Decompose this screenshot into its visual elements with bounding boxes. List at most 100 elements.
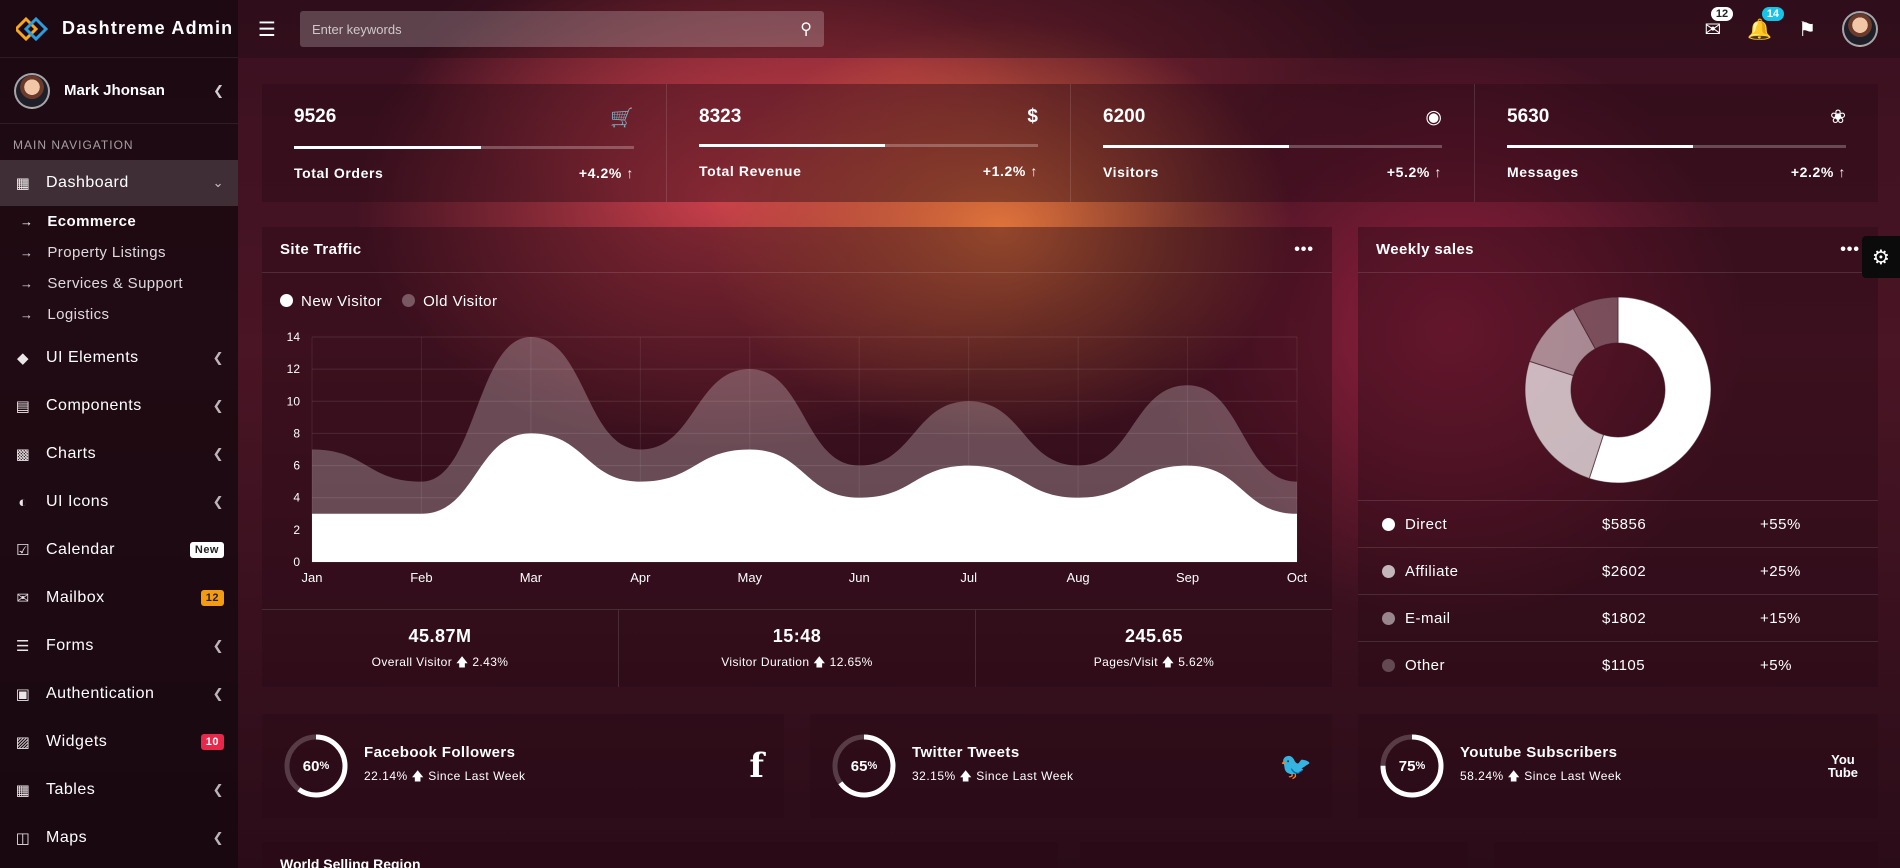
envelope-icon: ✉	[16, 590, 30, 607]
topbar: ☰ ⚲ ✉ 12 🔔 14 ⚑	[238, 0, 1900, 58]
progress-fill	[699, 144, 886, 147]
social-sub: 58.24% 🡅 Since Last Week	[1460, 767, 1622, 788]
sidebar-item-tables[interactable]: ▦ Tables ❮	[0, 766, 238, 814]
sidebar-subitem-property-listings[interactable]: → Property Listings	[0, 237, 238, 268]
social-sub-value: 22.14%	[364, 769, 408, 783]
sidebar-item-widgets[interactable]: ▨ Widgets 10	[0, 718, 238, 766]
sidebar-item-ui-icons[interactable]: ◐ UI Icons ❮	[0, 478, 238, 526]
sidebar-item-mailbox[interactable]: ✉ Mailbox 12	[0, 574, 238, 622]
user-panel[interactable]: Mark Jhonsan ❮	[0, 58, 238, 124]
sidebar-item-forms[interactable]: ☰ Forms ❮	[0, 622, 238, 670]
metric-value: 15:48	[772, 626, 822, 646]
more-options-icon[interactable]: •••	[1840, 241, 1860, 259]
y-tick-label: 12	[287, 362, 301, 376]
user-name: Mark Jhonsan	[64, 82, 165, 99]
widgets-icon: ▨	[15, 734, 31, 751]
sales-change: +15%	[1760, 609, 1801, 627]
mail-count-badge: 12	[1710, 6, 1734, 21]
progress-bar	[1507, 145, 1846, 148]
stat-change: +2.2% ↑	[1790, 164, 1846, 180]
mail-icon[interactable]: ✉ 12	[1704, 6, 1734, 42]
sidebar-item-components[interactable]: ▤ Components ❮	[0, 382, 238, 430]
flag-icon[interactable]: ⚑	[1798, 17, 1816, 42]
percent-sign: %	[319, 760, 330, 772]
site-traffic-chart: 0 2 4 6 8 10 12 14 Jan Feb Mar Apr May Jun Jul Aug Sep Oc…	[287, 330, 1308, 585]
bell-icon[interactable]: 🔔 14	[1747, 6, 1785, 42]
progress-fill	[1103, 145, 1290, 148]
contrast-icon: ◐	[18, 493, 28, 511]
metric-label: Overall Visitor	[371, 655, 453, 669]
sidebar-subitem-logistics[interactable]: → Logistics	[0, 299, 238, 330]
x-tick-label: Apr	[630, 570, 651, 585]
chart-legend: New Visitor Old Visitor	[262, 273, 1332, 310]
sidebar-item-dashboard[interactable]: ▦ Dashboard ⌄	[0, 160, 238, 206]
search-icon[interactable]: ⚲	[800, 19, 812, 39]
brand[interactable]: Dashtreme Admin	[0, 0, 238, 58]
social-text: Youtube Subscribers 58.24% 🡅 Since Last …	[1460, 744, 1622, 788]
sidebar-subitem-services-support[interactable]: → Services & Support	[0, 268, 238, 299]
bottom-card-2	[1080, 842, 1468, 868]
sales-change: +5%	[1760, 656, 1792, 674]
chevron-left-icon: ❮	[212, 350, 224, 365]
ring-percent: 60%	[282, 732, 350, 800]
arrow-up-icon: 🡅	[1161, 655, 1175, 669]
hamburger-menu-icon[interactable]: ☰	[258, 17, 280, 42]
search-input[interactable]	[312, 21, 801, 37]
social-title: Youtube Subscribers	[1460, 744, 1618, 761]
sidebar-item-maps[interactable]: ◫ Maps ❮	[0, 814, 238, 862]
social-sub-since: Since Last Week	[976, 769, 1074, 783]
x-tick-label: Jul	[960, 570, 977, 585]
sidebar-item-authentication[interactable]: ▣ Authentication ❮	[0, 670, 238, 718]
y-tick-label: 4	[293, 491, 300, 505]
metric-change: 2.43%	[472, 655, 509, 669]
social-sub: 22.14% 🡅 Since Last Week	[364, 767, 526, 788]
stat-messages: 5630 ❀ Messages +2.2% ↑	[1474, 84, 1878, 202]
briefcase-icon: ▤	[15, 398, 31, 415]
facebook-icon: f	[749, 746, 764, 786]
sidebar-item-label: Widgets	[46, 733, 108, 750]
sidebar-item-calendar[interactable]: ☑ Calendar New	[0, 526, 238, 574]
y-tick-label: 14	[287, 330, 301, 344]
sidebar-item-charts[interactable]: ▩ Charts ❮	[0, 430, 238, 478]
stat-value: 5630	[1507, 106, 1550, 127]
metric-overall-visitor: 45.87M Overall Visitor 🡅 2.43%	[262, 610, 618, 687]
x-tick-label: Jun	[849, 570, 870, 585]
facebook-followers-card: 60% Facebook Followers 22.14% 🡅 Since La…	[262, 714, 784, 818]
chevron-left-icon: ❮	[212, 494, 224, 509]
chevron-left-icon: ❮	[212, 638, 224, 653]
stat-total-revenue: 8323 $ Total Revenue +1.2% ↑	[666, 84, 1070, 202]
ring-percent: 65%	[830, 732, 898, 800]
nav-header: MAIN NAVIGATION	[13, 138, 134, 152]
chevron-left-icon: ❮	[212, 782, 224, 797]
progress-ring: 65%	[830, 732, 898, 800]
ring-percent: 75%	[1378, 732, 1446, 800]
sidebar-subitem-ecommerce[interactable]: → Ecommerce	[0, 206, 238, 237]
arrow-right-icon: →	[20, 276, 34, 291]
sidebar-item-label: Calendar	[46, 541, 115, 558]
traffic-footer: 45.87M Overall Visitor 🡅 2.43% 15:48 Vis…	[262, 609, 1332, 687]
settings-gear-icon[interactable]: ⚙	[1862, 236, 1900, 278]
site-traffic-card: Site Traffic ••• New Visitor Old Visitor…	[262, 227, 1332, 687]
sidebar-subitem-label: Services & Support	[47, 275, 183, 292]
sidebar-item-ui-elements[interactable]: ◆ UI Elements ❮	[0, 334, 238, 382]
arrow-up-icon: 🡅	[813, 655, 826, 669]
search-box[interactable]: ⚲	[300, 11, 824, 47]
sales-amount: $1105	[1602, 656, 1646, 674]
more-options-icon[interactable]: •••	[1294, 241, 1314, 259]
social-text: Facebook Followers 22.14% 🡅 Since Last W…	[364, 744, 526, 788]
chevron-left-icon[interactable]: ❮	[213, 83, 224, 99]
social-sub-value: 58.24%	[1460, 769, 1504, 783]
progress-fill	[294, 146, 481, 149]
sidebar-subitem-label: Logistics	[47, 306, 110, 323]
social-sub-value: 32.15%	[912, 769, 956, 783]
sidebar-subitem-label: Property Listings	[47, 244, 166, 261]
sidebar-item-label: Charts	[46, 445, 97, 462]
profile-avatar[interactable]	[1842, 11, 1878, 47]
brand-name: Dashtreme Admin	[62, 18, 234, 38]
progress-bar	[1103, 145, 1442, 148]
stat-change: +1.2% ↑	[982, 163, 1038, 179]
grid-icon: ▦	[15, 782, 31, 799]
world-selling-region-card: World Selling Region	[262, 842, 1058, 868]
stat-label: Total Revenue	[699, 163, 802, 179]
y-tick-label: 6	[293, 459, 300, 473]
